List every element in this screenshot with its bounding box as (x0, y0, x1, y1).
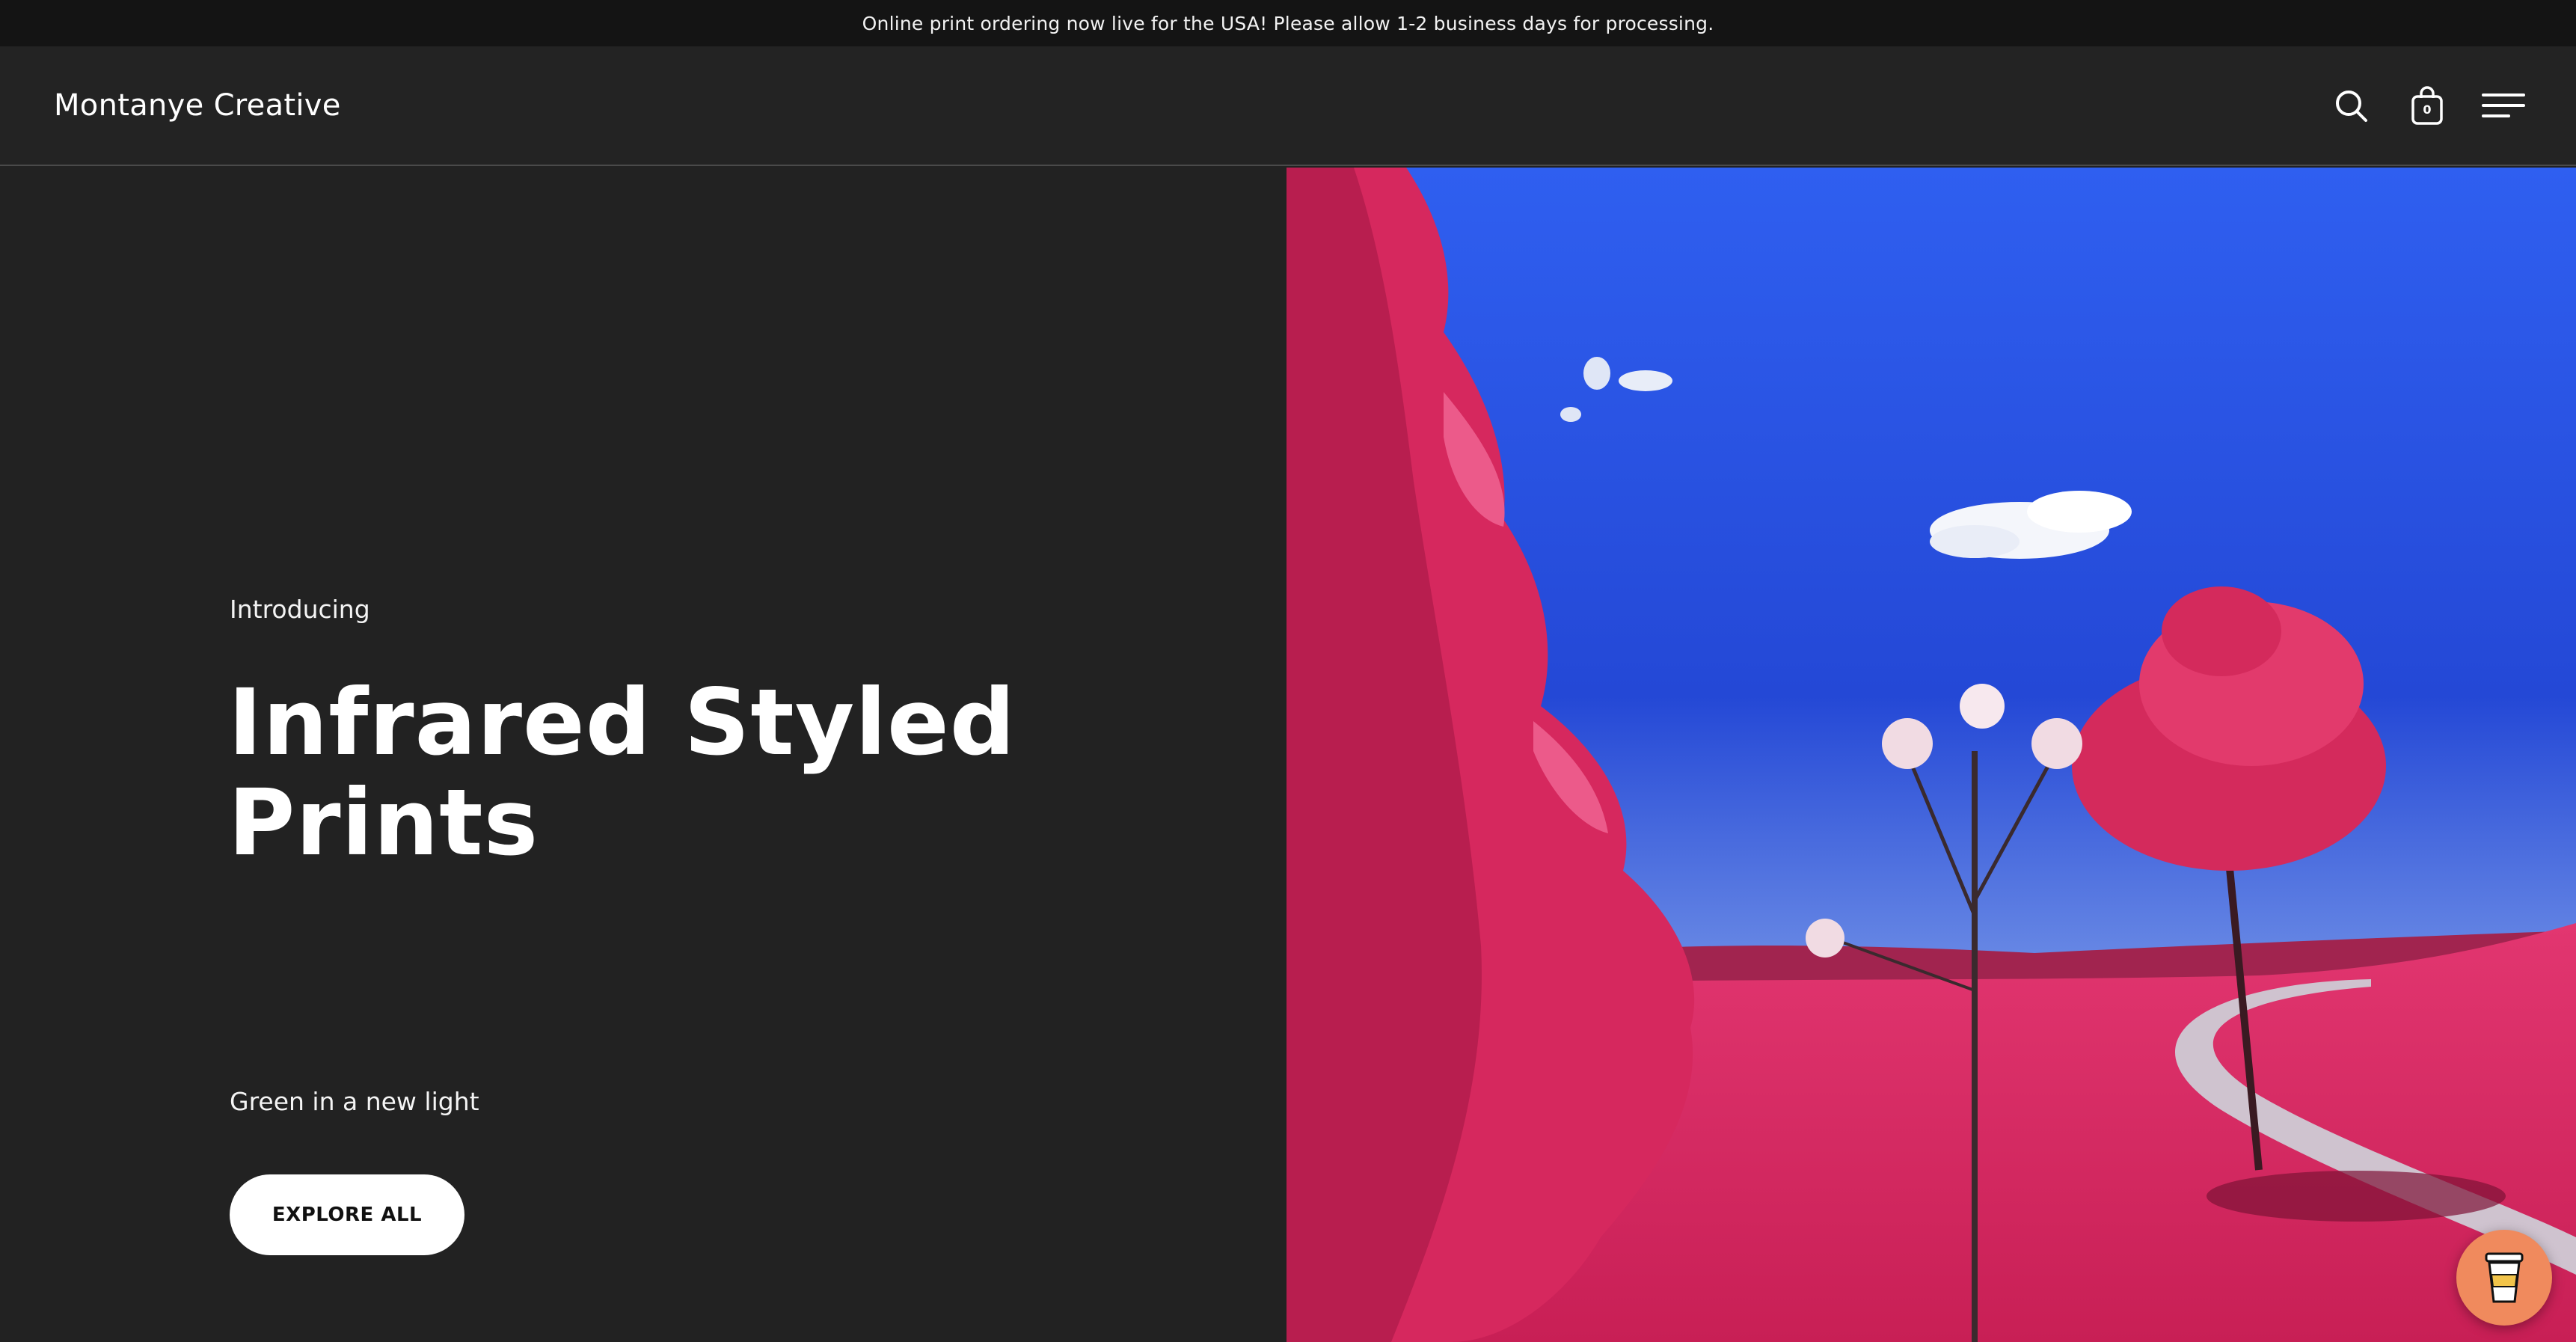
search-icon (2336, 91, 2367, 122)
hero-image (1287, 168, 2576, 1342)
brand-logo-link[interactable]: Montanye Creative (54, 88, 341, 123)
cart-count-badge: 0 (2423, 102, 2432, 117)
cart-button[interactable]: 0 (2404, 82, 2450, 129)
site-header: Montanye Creative 0 (0, 46, 2576, 166)
support-widget-button[interactable] (2456, 1230, 2552, 1326)
explore-all-button[interactable]: EXPLORE ALL (230, 1174, 464, 1255)
announcement-text: Online print ordering now live for the U… (862, 12, 1714, 34)
hamburger-menu-icon (2482, 94, 2525, 117)
header-actions: 0 (2328, 82, 2527, 129)
coffee-cup-icon (2485, 1252, 2524, 1303)
hero-headline: Infrared Styled Prints (228, 670, 1016, 876)
search-button[interactable] (2328, 82, 2374, 129)
announcement-bar: Online print ordering now live for the U… (0, 0, 2576, 46)
hero-eyebrow: Introducing (230, 595, 370, 624)
hero-subheadline: Green in a new light (230, 1087, 479, 1116)
hero-section: Introducing Infrared Styled Prints Green… (0, 168, 2576, 1342)
hero-text-panel: Introducing Infrared Styled Prints Green… (0, 168, 1287, 1342)
menu-button[interactable] (2480, 82, 2527, 129)
infrared-landscape-illustration (1287, 168, 2576, 1342)
